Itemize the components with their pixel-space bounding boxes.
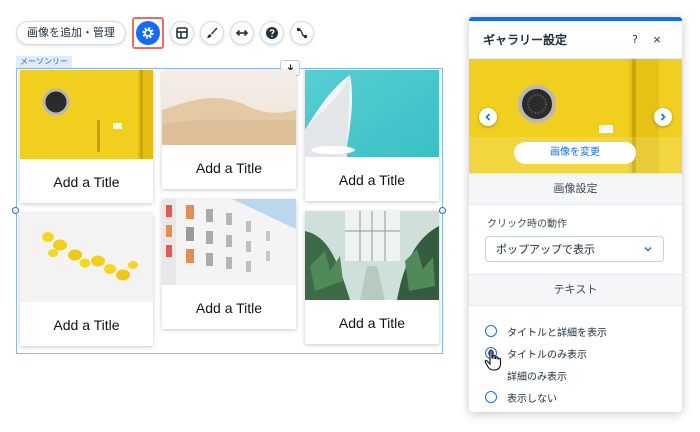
gallery-item-title[interactable]: Add a Title — [162, 300, 296, 316]
preview-prev-button[interactable] — [479, 108, 497, 126]
text-option-title-only[interactable]: タイトルのみ表示 — [485, 342, 682, 364]
design-brush-icon — [207, 27, 218, 38]
settings-button[interactable] — [136, 21, 160, 45]
gallery-image-lemons — [20, 213, 153, 302]
gallery-item-title[interactable]: Add a Title — [305, 172, 439, 188]
gallery-image-desert-dunes — [162, 70, 296, 145]
help-icon — [266, 27, 278, 39]
click-action-label: クリック時の動作 — [487, 219, 567, 230]
hand-cursor-icon — [484, 349, 502, 371]
change-image-button[interactable]: 画像を変更 — [514, 142, 636, 164]
gallery-item-title[interactable]: Add a Title — [20, 317, 153, 333]
click-action-dropdown[interactable]: ポップアップで表示 — [485, 236, 664, 262]
radio-label: 詳細のみ表示 — [507, 371, 567, 383]
chevron-left-icon — [485, 113, 491, 121]
close-icon[interactable]: × — [646, 33, 668, 46]
gallery-item[interactable]: Add a Title — [305, 70, 439, 201]
gallery-item[interactable]: Add a Title — [162, 199, 296, 329]
gallery-image-greenhouse — [305, 211, 439, 300]
panel-title: ギャラリー設定 — [483, 33, 568, 47]
gallery-item[interactable]: Add a Title — [20, 213, 153, 346]
gallery-toolbar: 画像を追加・管理 — [16, 17, 314, 49]
layout-icon — [176, 27, 188, 39]
text-heading: テキスト — [469, 274, 682, 306]
gallery-item-title[interactable]: Add a Title — [305, 315, 439, 331]
gallery-item-title[interactable]: Add a Title — [162, 160, 296, 176]
click-action-value: ポップアップで表示 — [496, 243, 595, 256]
resize-handle-left[interactable] — [12, 207, 19, 214]
panel-header: ギャラリー設定 ? × — [469, 21, 682, 59]
gallery-item[interactable]: Add a Title — [162, 70, 296, 189]
help-icon[interactable]: ? — [624, 33, 646, 46]
radio-button[interactable] — [485, 391, 497, 403]
gallery-type-label: メーソンリー — [16, 56, 72, 68]
image-settings-heading: 画像設定 — [469, 173, 682, 205]
gallery-item-title[interactable]: Add a Title — [20, 174, 153, 190]
text-option-description-only[interactable]: 詳細のみ表示 — [485, 364, 682, 386]
chevron-down-icon — [644, 247, 652, 252]
help-button[interactable] — [260, 21, 284, 45]
gallery-item[interactable]: Add a Title — [305, 211, 439, 344]
stretch-icon — [235, 29, 249, 37]
text-option-title-and-description[interactable]: タイトルと詳細を表示 — [485, 320, 682, 342]
connect-button[interactable] — [290, 21, 314, 45]
gallery-image-yellow-door — [20, 70, 153, 159]
settings-icon — [142, 27, 154, 39]
gallery-image-colorful-building — [162, 199, 296, 285]
image-preview: 画像を変更 — [469, 59, 682, 173]
connect-icon — [296, 27, 308, 39]
gallery-item[interactable]: Add a Title — [20, 70, 153, 203]
chevron-right-icon — [660, 113, 666, 121]
text-option-hide[interactable]: 表示しない — [485, 386, 682, 408]
radio-label: タイトルと詳細を表示 — [507, 327, 607, 339]
gallery-image-white-architecture — [305, 70, 439, 157]
radio-label: 表示しない — [507, 393, 557, 405]
radio-button[interactable] — [485, 325, 497, 337]
stretch-button[interactable] — [230, 21, 254, 45]
design-button[interactable] — [200, 21, 224, 45]
settings-button-highlight[interactable] — [132, 17, 164, 49]
layout-button[interactable] — [170, 21, 194, 45]
add-manage-images-button[interactable]: 画像を追加・管理 — [16, 21, 126, 45]
resize-handle-right[interactable] — [439, 207, 446, 214]
radio-label: タイトルのみ表示 — [507, 349, 587, 361]
preview-next-button[interactable] — [654, 108, 672, 126]
